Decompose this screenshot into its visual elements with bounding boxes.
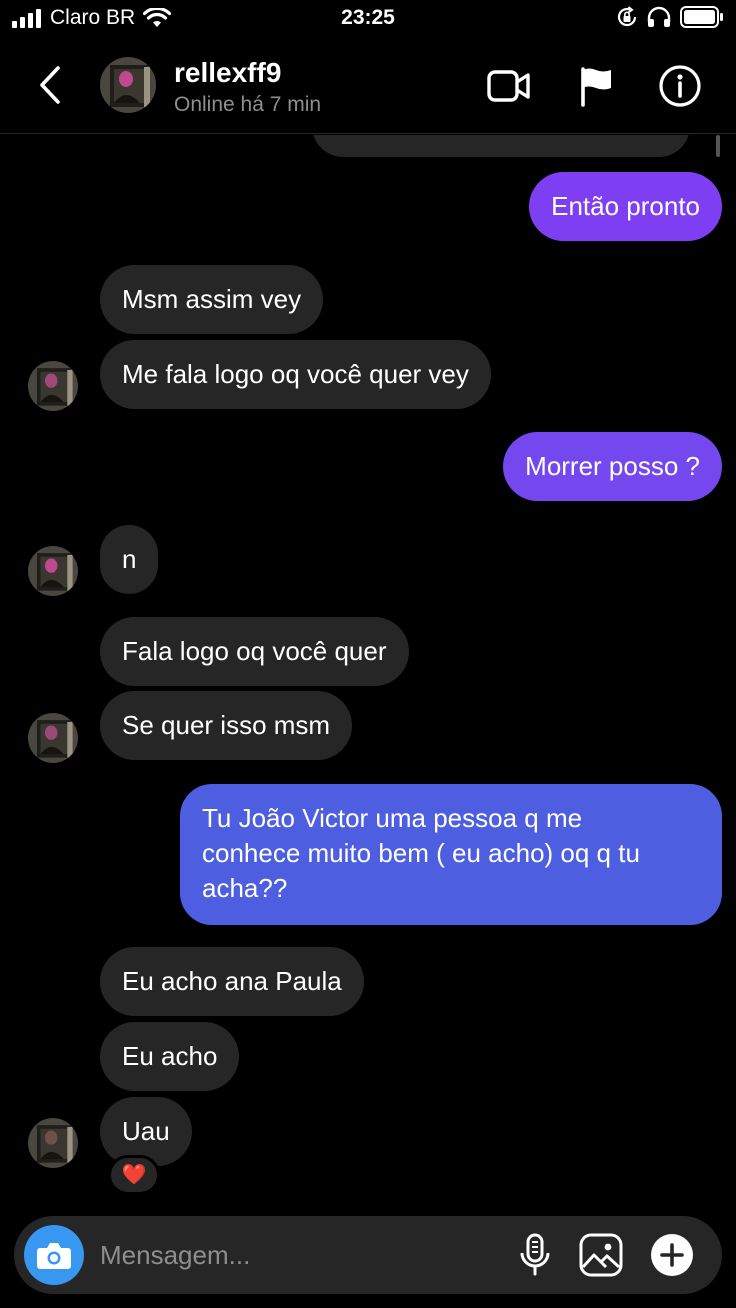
contact-avatar[interactable] bbox=[100, 57, 156, 113]
report-button[interactable] bbox=[574, 64, 618, 108]
outgoing-message[interactable]: Então pronto bbox=[529, 172, 722, 241]
previous-message-bubble bbox=[312, 135, 690, 157]
outgoing-message[interactable]: Tu João Victor uma pessoa q me conhece m… bbox=[180, 784, 722, 925]
chat-header: rellexff9 Online há 7 min bbox=[0, 40, 736, 134]
status-bar: Claro BR 23:25 bbox=[0, 0, 736, 40]
back-icon bbox=[40, 66, 60, 104]
headphones-icon bbox=[647, 6, 671, 27]
orientation-lock-icon bbox=[617, 6, 637, 27]
incoming-message[interactable]: n bbox=[100, 525, 159, 594]
camera-button[interactable] bbox=[24, 1225, 84, 1285]
contact-status: Online há 7 min bbox=[174, 93, 322, 116]
scrollbar[interactable] bbox=[716, 135, 720, 157]
microphone-icon bbox=[520, 1233, 550, 1276]
message-line: acha?? bbox=[202, 873, 288, 903]
incoming-message[interactable]: Eu acho bbox=[100, 1022, 240, 1091]
video-call-button[interactable] bbox=[487, 64, 531, 108]
message-reaction[interactable]: ❤️ bbox=[108, 1155, 160, 1195]
incoming-message[interactable]: Fala logo oq você quer bbox=[100, 617, 409, 686]
back-button[interactable] bbox=[30, 62, 70, 108]
gallery-icon bbox=[579, 1233, 623, 1277]
outgoing-message[interactable]: Morrer posso ? bbox=[503, 432, 722, 501]
info-icon bbox=[659, 65, 701, 107]
message-list[interactable]: Então pronto Msm assim vey Me fala logo … bbox=[0, 135, 736, 1210]
status-right bbox=[616, 6, 724, 28]
contact-username[interactable]: rellexff9 bbox=[174, 57, 281, 89]
gallery-button[interactable] bbox=[576, 1230, 626, 1280]
sender-avatar[interactable] bbox=[28, 361, 78, 411]
plus-icon bbox=[651, 1234, 693, 1276]
incoming-message[interactable]: Eu acho ana Paula bbox=[100, 947, 364, 1016]
heart-reaction-icon: ❤️ bbox=[121, 1164, 147, 1186]
message-input[interactable] bbox=[100, 1236, 500, 1274]
camera-icon bbox=[37, 1243, 71, 1269]
incoming-message[interactable]: Msm assim vey bbox=[100, 265, 324, 334]
message-composer bbox=[14, 1216, 722, 1294]
info-button[interactable] bbox=[658, 64, 702, 108]
flag-icon bbox=[581, 67, 611, 107]
sender-avatar[interactable] bbox=[28, 546, 78, 596]
incoming-message[interactable]: Se quer isso msm bbox=[100, 691, 353, 760]
voice-message-button[interactable] bbox=[510, 1230, 560, 1280]
more-actions-button[interactable] bbox=[647, 1230, 697, 1280]
video-call-icon bbox=[487, 70, 530, 102]
incoming-message[interactable]: Me fala logo oq você quer vey bbox=[100, 340, 491, 409]
battery-icon bbox=[680, 6, 723, 28]
message-line: conhece muito bem ( eu acho) oq q tu bbox=[202, 838, 640, 868]
sender-avatar[interactable] bbox=[28, 713, 78, 763]
message-line: Tu João Victor uma pessoa q me bbox=[202, 803, 583, 833]
sender-avatar[interactable] bbox=[28, 1118, 78, 1168]
